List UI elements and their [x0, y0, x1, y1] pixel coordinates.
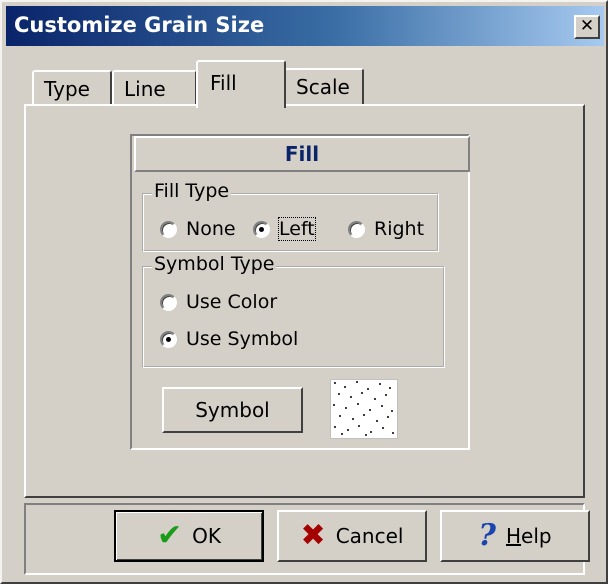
x-icon: ✖ — [300, 518, 326, 553]
cancel-button-label: Cancel — [335, 524, 404, 548]
ok-button[interactable]: ✔ OK — [114, 510, 264, 562]
symbol-type-legend: Symbol Type — [152, 253, 277, 275]
tab-line[interactable]: Line — [112, 70, 197, 106]
tab-scale[interactable]: Scale — [284, 68, 364, 104]
radio-fill-right[interactable]: Right — [348, 218, 424, 240]
ok-button-label: OK — [192, 524, 221, 548]
title-bar: Customize Grain Size ✕ — [6, 6, 604, 46]
tab-fill[interactable]: Fill — [196, 60, 286, 108]
radio-fill-none-label: None — [186, 218, 236, 240]
symbol-type-group: Symbol Type — [142, 253, 445, 368]
radio-use-symbol-label: Use Symbol — [186, 328, 299, 350]
symbol-button-label: Symbol — [195, 398, 270, 422]
fill-section-header: Fill — [134, 136, 470, 172]
help-button-label: Help — [505, 524, 552, 548]
radio-fill-none[interactable]: None — [160, 218, 236, 240]
symbol-preview[interactable] — [330, 379, 398, 439]
checkmark-icon: ✔ — [157, 518, 183, 553]
radio-button-selected-icon — [160, 330, 177, 348]
radio-fill-left[interactable]: Left — [253, 217, 316, 241]
radio-button-icon — [160, 293, 177, 311]
radio-fill-left-label: Left — [278, 217, 316, 241]
question-icon: ? — [478, 518, 496, 553]
radio-use-symbol[interactable]: Use Symbol — [160, 328, 298, 350]
help-button[interactable]: ? Help — [440, 510, 590, 562]
cancel-button[interactable]: ✖ Cancel — [277, 510, 427, 562]
close-icon: ✕ — [579, 16, 595, 36]
window-title: Customize Grain Size — [14, 13, 265, 37]
radio-fill-right-label: Right — [374, 218, 425, 240]
tab-type[interactable]: Type — [32, 70, 112, 106]
dotted-pattern-icon — [333, 381, 394, 436]
radio-use-color[interactable]: Use Color — [160, 291, 277, 313]
radio-button-icon — [160, 220, 177, 238]
radio-button-selected-icon — [253, 220, 270, 238]
close-button[interactable]: ✕ — [574, 15, 600, 39]
radio-use-color-label: Use Color — [186, 291, 278, 313]
fill-type-legend: Fill Type — [152, 180, 232, 202]
symbol-button[interactable]: Symbol — [162, 387, 303, 433]
radio-button-icon — [348, 220, 365, 238]
